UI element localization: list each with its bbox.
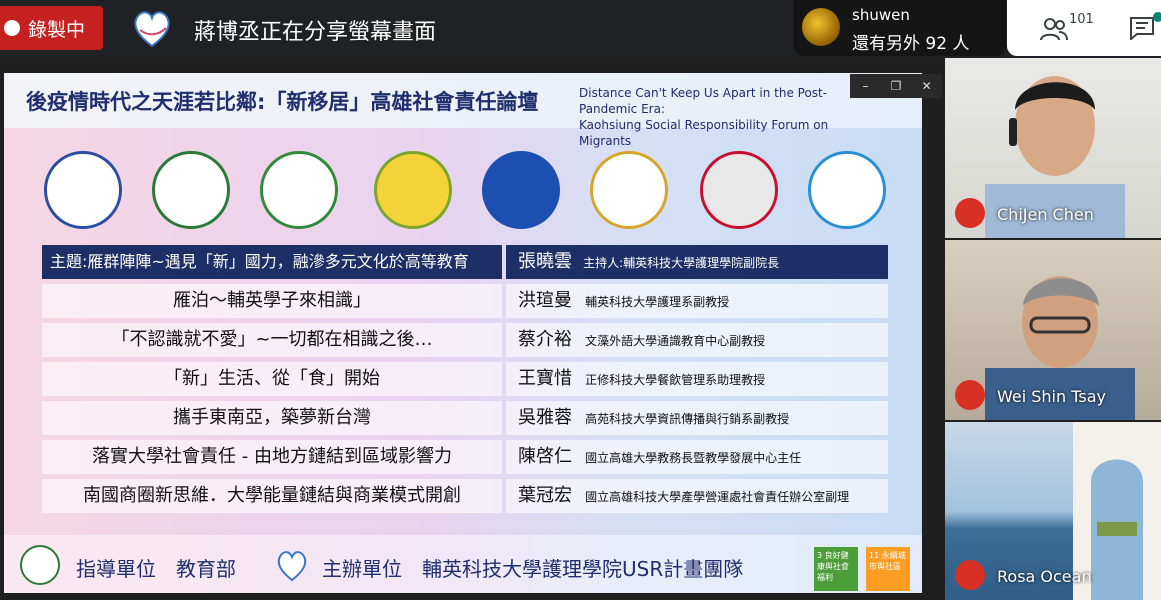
agenda-row: 南國商圈新思維．大學能量鏈結與商業模式開創 葉冠宏 國立高雄科技大學產學營運處社… xyxy=(42,479,888,513)
agenda-topic: 攜手東南亞，築夢新台灣 xyxy=(42,401,502,435)
organizer-unit: 主辦單位 輔英科技大學護理學院USR計畫團隊 xyxy=(322,557,744,581)
speaker-role: 文藻外語大學通識教育中心副教授 xyxy=(585,334,766,348)
screen-share-status: 蔣博丞正在分享螢幕畫面 xyxy=(194,20,437,45)
partner-logos xyxy=(44,151,894,231)
heart-logo xyxy=(700,151,778,229)
speaker-role: 輔英科技大學護理系副教授 xyxy=(585,295,730,309)
slide-footer: 指導單位 教育部 主辦單位 輔英科技大學護理學院USR計畫團隊 3 良好健康與社… xyxy=(4,535,922,593)
wenzao-university-logo xyxy=(374,151,452,229)
speaker-name: 洪瑄曼 xyxy=(518,290,572,311)
sdg3-badge: 3 良好健康與社會福利 xyxy=(814,547,858,591)
participant-count: 101 xyxy=(1069,12,1094,27)
slide-header: 後疫情時代之天涯若比鄰:「新移居」高雄社會責任論壇 Distance Can't… xyxy=(4,73,922,148)
agenda-topic: 雁泊～輔英學子來相識」 xyxy=(42,284,502,318)
guiding-unit: 指導單位 教育部 xyxy=(76,557,236,581)
slide-subtitle-line1: Distance Can't Keep Us Apart in the Post… xyxy=(579,86,828,116)
participant-name: ChiJen Chen xyxy=(997,205,1094,224)
slide-subtitle: Distance Can't Keep Us Apart in the Post… xyxy=(579,85,879,149)
close-button[interactable]: ✕ xyxy=(911,74,942,98)
viewer-name: shuwen xyxy=(852,6,910,24)
agenda-row: 攜手東南亞，築夢新台灣 吳雅蓉 高苑科技大學資訊傳播與行銷系副教授 xyxy=(42,401,888,435)
speaker-role: 高苑科技大學資訊傳播與行銷系副教授 xyxy=(585,412,790,426)
agenda-speaker: 王寶惜 正修科技大學餐飲管理系助理教授 xyxy=(506,362,888,396)
agenda-topic: 南國商圈新思維．大學能量鏈結與商業模式開創 xyxy=(42,479,502,513)
shared-screen: 後疫情時代之天涯若比鄰:「新移居」高雄社會責任論壇 Distance Can't… xyxy=(0,58,945,600)
speaker-role: 國立高雄大學教務長暨教學發展中心主任 xyxy=(585,451,802,465)
participant-tile[interactable]: Wei Shin Tsay xyxy=(945,240,1161,420)
avatar xyxy=(802,8,840,46)
meeting-side-controls: 101 xyxy=(1007,0,1161,56)
recording-indicator[interactable]: 錄製中 xyxy=(0,6,103,50)
speaker-name: 吳雅蓉 xyxy=(518,407,572,428)
agenda-row: 「新」生活、從「食」開始 王寶惜 正修科技大學餐飲管理系助理教授 xyxy=(42,362,888,396)
speaker-name: 葉冠宏 xyxy=(518,485,572,506)
mic-muted-icon xyxy=(955,198,985,228)
recording-label: 錄製中 xyxy=(28,18,86,41)
usr-logo-icon xyxy=(134,11,170,48)
slide-title: 後疫情時代之天涯若比鄰:「新移居」高雄社會責任論壇 xyxy=(26,90,539,114)
agenda-topic: 落實大學社會責任 - 由地方鏈結到區域影響力 xyxy=(42,440,502,474)
agenda-row: 雁泊～輔英學子來相識」 洪瑄曼 輔英科技大學護理系副教授 xyxy=(42,284,888,318)
participant-tile[interactable]: Rosa Ocean xyxy=(945,422,1161,600)
host-role: 主持人:輔英科技大學護理學院副院長 xyxy=(583,256,780,270)
speaker-role: 正修科技大學餐飲管理系助理教授 xyxy=(585,373,766,387)
ministry-of-education-logo xyxy=(152,151,230,229)
national-university-of-kaohsiung-logo xyxy=(590,151,668,229)
speaker-name: 王寶惜 xyxy=(518,368,572,389)
host-header: 張曉雲 主持人:輔英科技大學護理學院副院長 xyxy=(506,245,888,279)
cheng-shiu-university-logo xyxy=(482,151,560,229)
agenda-speaker: 葉冠宏 國立高雄科技大學產學營運處社會責任辦公室副理 xyxy=(506,479,888,513)
sdg11-badge: 11 永續城市與社區 xyxy=(866,547,910,591)
participant-name: Wei Shin Tsay xyxy=(997,387,1106,406)
usr-logo-icon xyxy=(277,551,307,582)
minimize-button[interactable]: – xyxy=(850,74,881,98)
chat-icon[interactable] xyxy=(1129,16,1155,40)
mic-muted-icon xyxy=(955,560,985,590)
agenda-speaker: 吳雅蓉 高苑科技大學資訊傳播與行銷系副教授 xyxy=(506,401,888,435)
presentation-slide: 後疫情時代之天涯若比鄰:「新移居」高雄社會責任論壇 Distance Can't… xyxy=(4,73,922,593)
participant-name: Rosa Ocean xyxy=(997,567,1092,586)
agenda-speaker: 蔡介裕 文藻外語大學通識教育中心副教授 xyxy=(506,323,888,357)
fooyin-university-logo xyxy=(44,151,122,229)
agenda-row: 落實大學社會責任 - 由地方鏈結到區域影響力 陳啓仁 國立高雄大學教務長暨教學發… xyxy=(42,440,888,474)
agenda-row: 「不認識就不愛」~一切都在相識之後… 蔡介裕 文藻外語大學通識教育中心副教授 xyxy=(42,323,888,357)
record-dot-icon xyxy=(4,20,20,36)
agenda-topic: 「不認識就不愛」~一切都在相識之後… xyxy=(42,323,502,357)
kao-yuan-university-logo xyxy=(260,151,338,229)
window-controls: – ❐ ✕ xyxy=(850,74,942,98)
ministry-of-education-small-logo xyxy=(20,545,60,585)
active-viewer[interactable]: shuwen 還有另外 92 人 xyxy=(794,0,1006,56)
mic-muted-icon xyxy=(955,380,985,410)
slide-subtitle-line2: Kaohsiung Social Responsibility Forum on… xyxy=(579,118,829,148)
speaker-name: 陳啓仁 xyxy=(518,446,572,467)
viewer-more-count: 還有另外 92 人 xyxy=(852,34,970,54)
agenda-speaker: 陳啓仁 國立高雄大學教務長暨教學發展中心主任 xyxy=(506,440,888,474)
chat-notification-dot xyxy=(1153,12,1161,22)
people-icon[interactable] xyxy=(1039,16,1069,42)
meeting-topbar: 錄製中 蔣博丞正在分享螢幕畫面 shuwen 還有另外 92 人 101 xyxy=(0,0,1161,58)
agenda-topic: 「新」生活、從「食」開始 xyxy=(42,362,502,396)
host-name: 張曉雲 xyxy=(518,251,572,272)
agenda-speaker: 洪瑄曼 輔英科技大學護理系副教授 xyxy=(506,284,888,318)
restore-button[interactable]: ❐ xyxy=(881,74,912,98)
nkust-logo xyxy=(808,151,886,229)
theme-header: 主題:雁群陣陣~遇見「新」國力，融滲多元文化於高等教育 xyxy=(42,245,502,279)
participant-tile[interactable]: ChiJen Chen xyxy=(945,58,1161,238)
speaker-name: 蔡介裕 xyxy=(518,329,572,350)
speaker-role: 國立高雄科技大學產學營運處社會責任辦公室副理 xyxy=(585,490,850,504)
